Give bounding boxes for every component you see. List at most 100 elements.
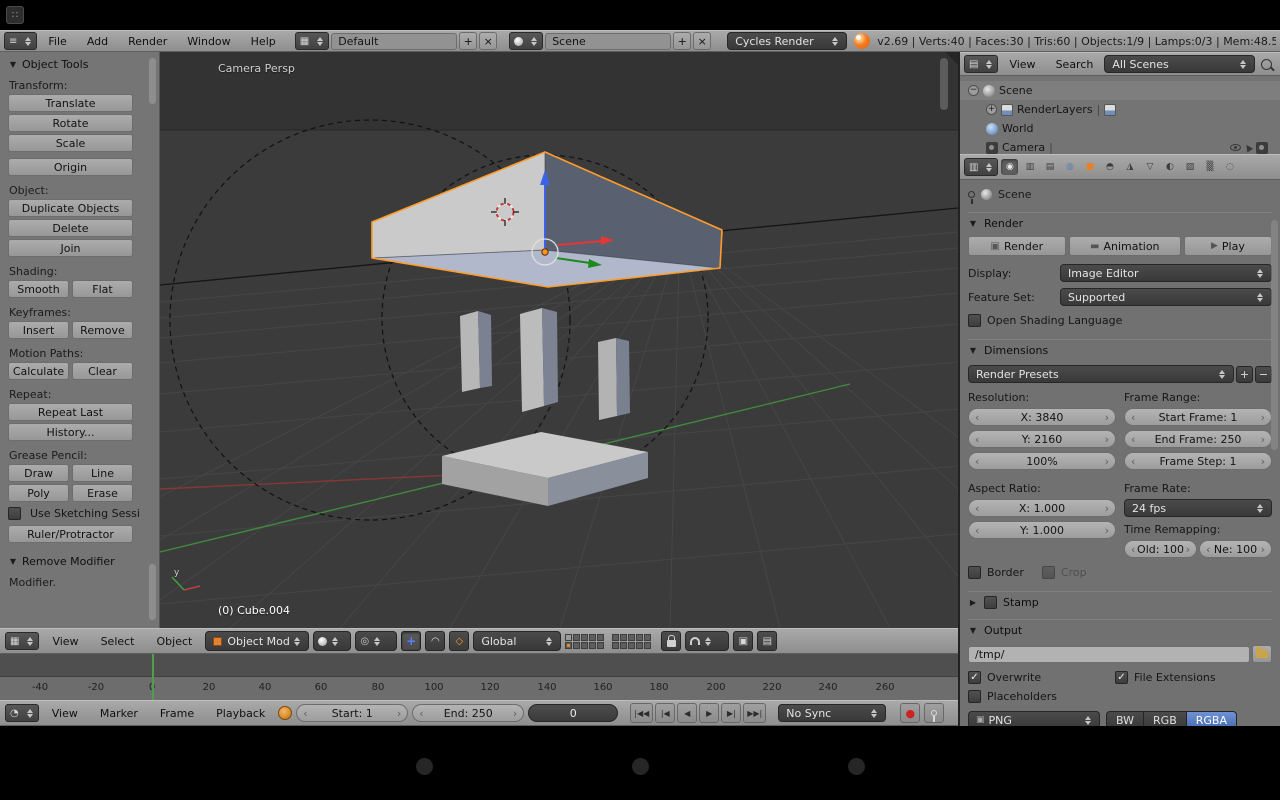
- outliner-menu-view[interactable]: View: [1000, 53, 1044, 75]
- border-checkbox[interactable]: [968, 566, 981, 579]
- layer-toggle[interactable]: [644, 642, 651, 649]
- render-tab-icon[interactable]: ◉: [1001, 159, 1018, 175]
- render-image-button[interactable]: ▣ Render: [968, 236, 1066, 256]
- layer-toggle[interactable]: [573, 634, 580, 641]
- particles-tab-icon[interactable]: ▒: [1201, 159, 1218, 175]
- play-rendered-button[interactable]: ▶ Play: [1184, 236, 1272, 256]
- file-format-dropdown[interactable]: ▣ PNG: [968, 711, 1100, 726]
- object-tools-panel-header[interactable]: ▼ Object Tools: [8, 58, 133, 71]
- viewport-scrollbar[interactable]: [940, 58, 948, 110]
- color-mode-rgba-button[interactable]: RGBA: [1187, 711, 1237, 726]
- manipulator-translate-button[interactable]: +: [401, 631, 421, 651]
- resolution-percent-field[interactable]: 100%: [968, 452, 1116, 470]
- render-engine-dropdown[interactable]: Cycles Render: [727, 32, 847, 50]
- menu-help[interactable]: Help: [242, 31, 285, 51]
- ruler-protractor-button[interactable]: Ruler/Protractor: [8, 525, 133, 543]
- smooth-button[interactable]: Smooth: [8, 280, 69, 298]
- osl-checkbox[interactable]: [968, 314, 981, 327]
- layer-toggle[interactable]: [628, 642, 635, 649]
- outliner-menu-search[interactable]: Search: [1047, 53, 1103, 75]
- pillar-object[interactable]: [460, 311, 492, 392]
- output-panel-header[interactable]: ▼ Output: [968, 619, 1272, 637]
- timeline-menu-playback[interactable]: Playback: [207, 701, 274, 725]
- visibility-eye-icon[interactable]: [1230, 144, 1241, 151]
- menu-add[interactable]: Add: [78, 31, 117, 51]
- modifiers-tab-icon[interactable]: ◮: [1121, 159, 1138, 175]
- play-reverse-button[interactable]: ◀: [677, 703, 697, 723]
- collapse-icon[interactable]: −: [968, 85, 979, 96]
- jump-to-end-button[interactable]: ▶▶|: [743, 703, 766, 723]
- close-scene-button[interactable]: ×: [693, 32, 711, 50]
- constraints-tab-icon[interactable]: ◓: [1101, 159, 1118, 175]
- jump-prev-keyframe-button[interactable]: |◀: [655, 703, 675, 723]
- current-frame-marker[interactable]: [152, 654, 154, 700]
- viewport-menu-view[interactable]: View: [43, 629, 87, 653]
- manipulator-rotate-button[interactable]: ◠: [425, 631, 445, 651]
- placeholders-checkbox[interactable]: [968, 690, 981, 703]
- screen-layout-name-field[interactable]: Default: [331, 33, 457, 50]
- stamp-checkbox[interactable]: [984, 596, 997, 609]
- render-animation-button[interactable]: ▤: [757, 631, 777, 651]
- end-frame-field[interactable]: End Frame: 250: [1124, 430, 1272, 448]
- layer-toggle[interactable]: [628, 634, 635, 641]
- repeat-last-button[interactable]: Repeat Last: [8, 403, 133, 421]
- selectability-cursor-icon[interactable]: ▲: [1243, 141, 1254, 153]
- layer-toggle[interactable]: [565, 642, 572, 649]
- outliner-editor-type-button[interactable]: ▤: [964, 55, 998, 73]
- grease-poly-button[interactable]: Poly: [8, 484, 69, 502]
- stamp-panel-header[interactable]: ▶ Stamp: [968, 591, 1272, 609]
- outliner-item-camera[interactable]: Camera | ▲: [960, 138, 1280, 154]
- auto-keyframe-record-button[interactable]: ●: [900, 703, 920, 723]
- render-animation-button[interactable]: ▬ Animation: [1069, 236, 1181, 256]
- material-tab-icon[interactable]: ◐: [1161, 159, 1178, 175]
- outliner-item-scene[interactable]: − Scene: [960, 81, 1280, 100]
- info-editor-type-button[interactable]: ≡: [4, 32, 37, 50]
- layer-toggle[interactable]: [573, 642, 580, 649]
- timeline-ruler[interactable]: -40 -20 0 20 40 60 80 100 120 140 160 18…: [0, 676, 958, 700]
- pivot-point-dropdown[interactable]: ◎: [355, 631, 397, 651]
- pillar-object[interactable]: [598, 338, 630, 420]
- layer-toggle[interactable]: [636, 634, 643, 641]
- layer-toggle[interactable]: [597, 634, 604, 641]
- frame-rate-dropdown[interactable]: 24 fps: [1124, 499, 1272, 517]
- properties-editor-type-button[interactable]: ▥: [964, 158, 998, 176]
- outliner-filter-dropdown[interactable]: All Scenes: [1104, 55, 1255, 73]
- jump-next-keyframe-button[interactable]: ▶|: [721, 703, 741, 723]
- start-frame-field[interactable]: Start: 1: [296, 704, 408, 722]
- menu-window[interactable]: Window: [178, 31, 239, 51]
- aspect-y-field[interactable]: Y: 1.000: [968, 521, 1116, 539]
- resolution-y-field[interactable]: Y: 2160: [968, 430, 1116, 448]
- flat-button[interactable]: Flat: [72, 280, 133, 298]
- outliner-item-world[interactable]: World: [960, 119, 1280, 138]
- close-screen-layout-button[interactable]: ×: [479, 32, 497, 50]
- timeline-area[interactable]: -40 -20 0 20 40 60 80 100 120 140 160 18…: [0, 654, 958, 700]
- viewport-3d-scene[interactable]: [160, 52, 958, 628]
- viewport-editor-type-button[interactable]: ▦: [5, 632, 39, 650]
- texture-tab-icon[interactable]: ▨: [1181, 159, 1198, 175]
- grease-draw-button[interactable]: Draw: [8, 464, 69, 482]
- browse-output-path-button[interactable]: [1252, 645, 1272, 663]
- world-tab-icon[interactable]: ◍: [1061, 159, 1078, 175]
- file-extensions-checkbox[interactable]: ✓: [1115, 671, 1128, 684]
- layer-toggle[interactable]: [589, 642, 596, 649]
- renderability-camera-icon[interactable]: [1256, 142, 1268, 154]
- time-remap-new-field[interactable]: Ne: 100: [1199, 540, 1272, 558]
- snap-dropdown[interactable]: [685, 631, 729, 651]
- pillar-object[interactable]: [520, 308, 558, 412]
- feature-set-dropdown[interactable]: Supported: [1060, 288, 1272, 306]
- viewport-menu-object[interactable]: Object: [148, 629, 202, 653]
- layer-toggle[interactable]: [597, 642, 604, 649]
- layer-toggle[interactable]: [612, 634, 619, 641]
- color-mode-bw-button[interactable]: BW: [1106, 711, 1144, 726]
- time-remap-old-field[interactable]: Old: 100: [1124, 540, 1197, 558]
- remove-keyframe-button[interactable]: Remove: [72, 321, 133, 339]
- origin-button[interactable]: Origin: [8, 158, 133, 176]
- menu-file[interactable]: File: [39, 31, 75, 51]
- crop-checkbox[interactable]: [1042, 566, 1055, 579]
- start-frame-field[interactable]: Start Frame: 1: [1124, 408, 1272, 426]
- remove-modifier-panel-header[interactable]: ▼ Remove Modifier: [8, 555, 133, 568]
- current-frame-field[interactable]: 0: [528, 704, 618, 722]
- clock-icon[interactable]: [278, 706, 292, 720]
- outliner-item-renderlayers[interactable]: + RenderLayers |: [960, 100, 1280, 119]
- overwrite-checkbox[interactable]: ✓: [968, 671, 981, 684]
